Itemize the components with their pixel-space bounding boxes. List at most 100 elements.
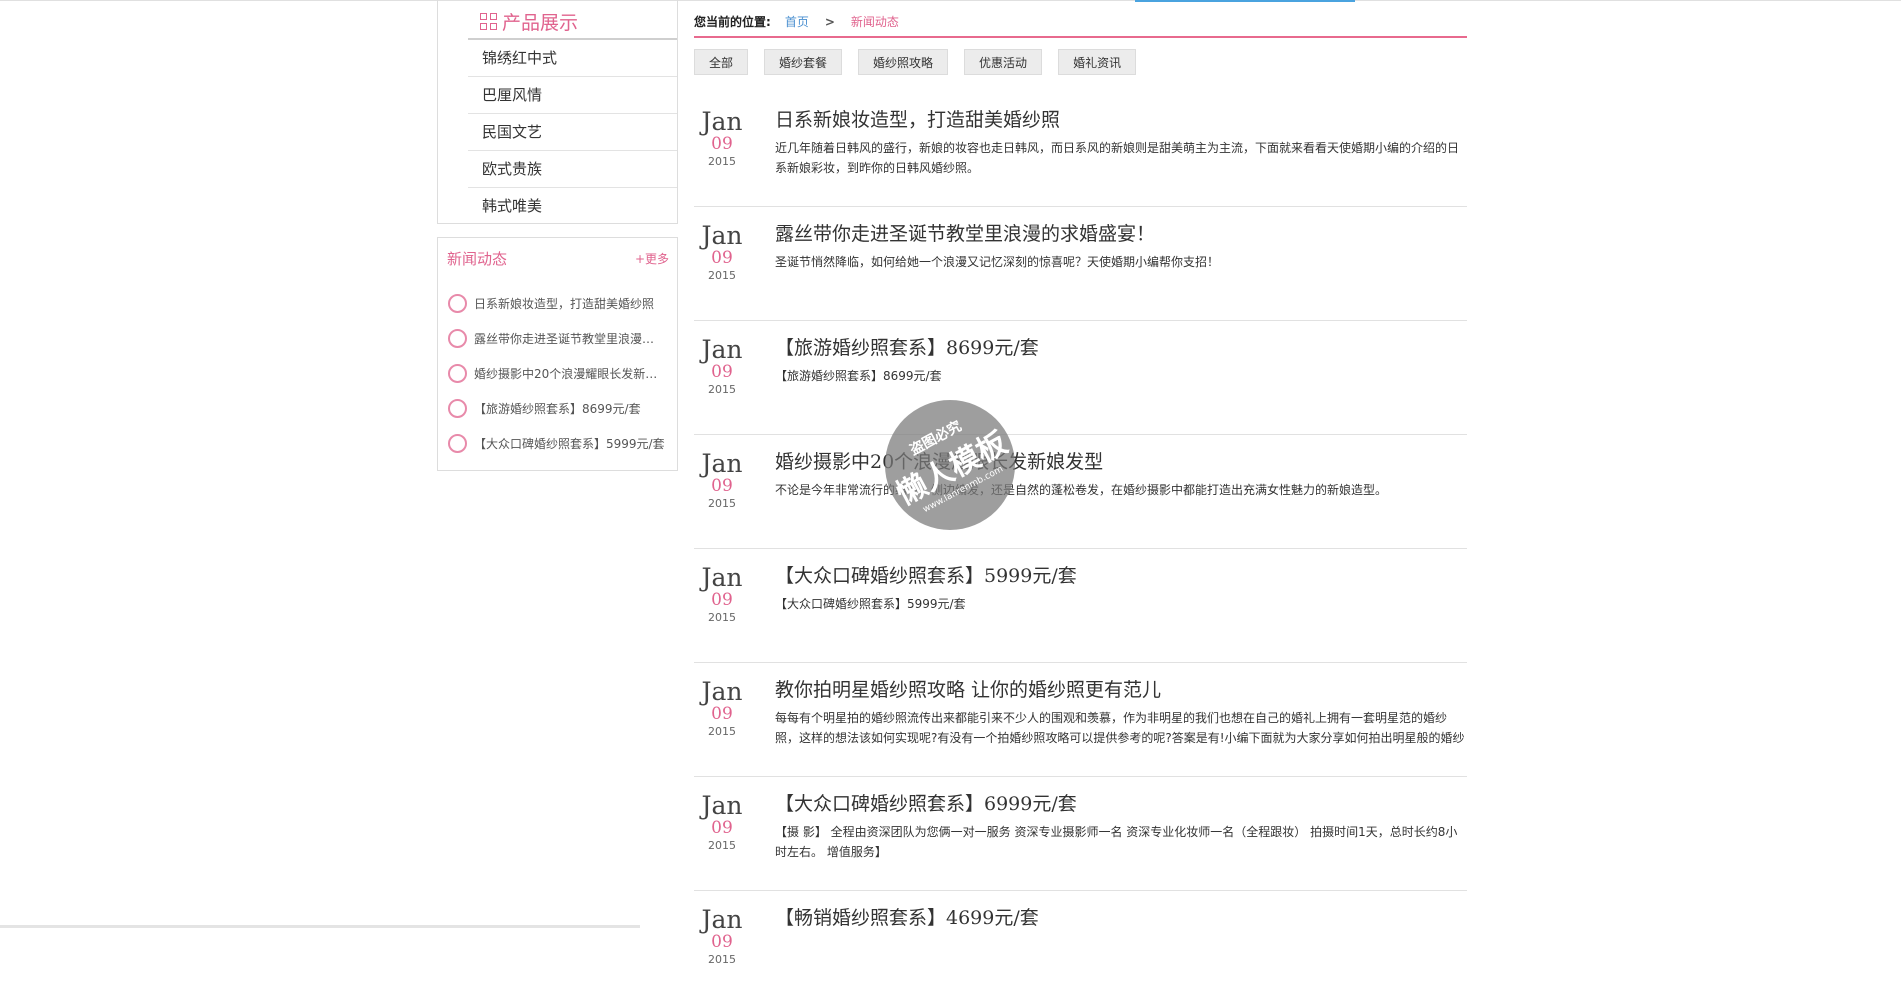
circle-bullet-icon — [448, 364, 467, 383]
article-summary: 不论是今年非常流行的编发、侧边编发，还是自然的蓬松卷发，在婚纱摄影中都能打造出充… — [775, 483, 1388, 497]
news-sidebar-item[interactable]: 露丝带你走进圣诞节教堂里浪漫的求婚盛宴！ — [448, 321, 670, 356]
date-year: 2015 — [708, 269, 736, 282]
date-month: Jan — [701, 107, 743, 136]
article-title-link[interactable]: 日系新娘妆造型，打造甜美婚纱照 — [775, 105, 1060, 132]
date-day: 09 — [711, 704, 733, 724]
article-summary: 【大众口碑婚纱照套系】5999元/套 — [775, 597, 966, 611]
date-year: 2015 — [708, 839, 736, 852]
breadcrumb-divider — [694, 36, 1467, 38]
product-item-bali[interactable]: 巴厘风情 — [468, 77, 677, 114]
category-tabs: 全部 婚纱套餐 婚纱照攻略 优惠活动 婚礼资讯 — [694, 49, 1152, 75]
article-summary: 【旅游婚纱照套系】8699元/套 — [775, 369, 942, 383]
article-date: Jan 09 2015 — [694, 906, 750, 967]
article-item: Jan 09 2015 教你拍明星婚纱照攻略 让你的婚纱照更有范儿 每每有个明星… — [694, 663, 1467, 777]
news-sidebar-item-text: 露丝带你走进圣诞节教堂里浪漫的求婚盛宴！ — [474, 332, 666, 346]
product-item-jinxiu[interactable]: 锦绣红中式 — [468, 40, 677, 77]
date-month: Jan — [701, 791, 743, 820]
date-day: 09 — [711, 134, 733, 154]
tab-photo-guide[interactable]: 婚纱照攻略 — [858, 49, 949, 75]
article-title-link[interactable]: 【旅游婚纱照套系】8699元/套 — [775, 333, 1039, 360]
date-month: Jan — [701, 563, 743, 592]
article-item: Jan 09 2015 【大众口碑婚纱照套系】6999元/套 【摄 影】 全程由… — [694, 777, 1467, 891]
date-month: Jan — [701, 449, 743, 478]
article-date: Jan 09 2015 — [694, 336, 750, 397]
news-sidebar-item[interactable]: 日系新娘妆造型，打造甜美婚纱照 — [448, 286, 670, 321]
circle-bullet-icon — [448, 399, 467, 418]
date-year: 2015 — [708, 611, 736, 624]
article-title-link[interactable]: 露丝带你走进圣诞节教堂里浪漫的求婚盛宴！ — [775, 219, 1155, 246]
product-item-korean[interactable]: 韩式唯美 — [468, 188, 677, 224]
date-day: 09 — [711, 818, 733, 838]
date-year: 2015 — [708, 383, 736, 396]
date-month: Jan — [701, 335, 743, 364]
news-sidebar-item[interactable]: 【旅游婚纱照套系】8699元/套 — [448, 391, 670, 426]
date-month: Jan — [701, 677, 743, 706]
article-item: Jan 09 2015 【畅销婚纱照套系】4699元/套 — [694, 891, 1467, 1004]
breadcrumb-label: 您当前的位置: — [694, 15, 771, 29]
watermark-stamp: 盗图必究 懒人模板 www.lanrenmb.com — [885, 400, 1015, 530]
product-section-title: 产品展示 — [480, 8, 578, 35]
date-day: 09 — [711, 590, 733, 610]
date-month: Jan — [701, 905, 743, 934]
article-item: Jan 09 2015 【大众口碑婚纱照套系】5999元/套 【大众口碑婚纱照套… — [694, 549, 1467, 663]
tab-promotions[interactable]: 优惠活动 — [964, 49, 1043, 75]
article-title-link[interactable]: 【畅销婚纱照套系】4699元/套 — [775, 903, 1039, 930]
article-item: Jan 09 2015 【旅游婚纱照套系】8699元/套 【旅游婚纱照套系】86… — [694, 321, 1467, 435]
article-date: Jan 09 2015 — [694, 108, 750, 169]
news-more-link[interactable]: +更多 — [635, 250, 669, 267]
article-list: Jan 09 2015 日系新娘妆造型，打造甜美婚纱照 近几年随着日韩风的盛行，… — [694, 93, 1467, 1004]
news-sidebar-title: 新闻动态 — [447, 250, 508, 268]
news-sidebar-item-text: 婚纱摄影中20个浪漫耀眼长发新娘发型 — [474, 367, 666, 381]
tab-wedding-news[interactable]: 婚礼资讯 — [1058, 49, 1137, 75]
date-day: 09 — [711, 248, 733, 268]
news-sidebar-item[interactable]: 婚纱摄影中20个浪漫耀眼长发新娘发型 — [448, 356, 670, 391]
horizontal-scrollbar[interactable] — [0, 925, 640, 928]
article-date: Jan 09 2015 — [694, 450, 750, 511]
circle-bullet-icon — [448, 294, 467, 313]
news-sidebar-item-text: 【大众口碑婚纱照套系】5999元/套 — [474, 437, 665, 451]
product-category-list: 锦绣红中式 巴厘风情 民国文艺 欧式贵族 韩式唯美 — [468, 40, 677, 224]
date-month: Jan — [701, 221, 743, 250]
breadcrumb: 您当前的位置: 首页 > 新闻动态 — [694, 13, 899, 30]
date-year: 2015 — [708, 155, 736, 168]
news-sidebar-item[interactable]: 【大众口碑婚纱照套系】5999元/套 — [448, 426, 670, 461]
news-sidebar-list: 日系新娘妆造型，打造甜美婚纱照 露丝带你走进圣诞节教堂里浪漫的求婚盛宴！ 婚纱摄… — [448, 286, 670, 461]
news-sidebar-item-text: 【旅游婚纱照套系】8699元/套 — [474, 402, 641, 416]
news-sidebar-item-text: 日系新娘妆造型，打造甜美婚纱照 — [474, 297, 655, 311]
article-date: Jan 09 2015 — [694, 678, 750, 739]
article-title-link[interactable]: 教你拍明星婚纱照攻略 让你的婚纱照更有范儿 — [775, 675, 1161, 702]
product-item-european[interactable]: 欧式贵族 — [468, 151, 677, 188]
top-border — [0, 0, 1901, 1]
article-summary: 近几年随着日韩风的盛行，新娘的妆容也走日韩风，而日系风的新娘则是甜美萌主为主流，… — [775, 141, 1460, 175]
article-summary: 【摄 影】 全程由资深团队为您俩一对一服务 资深专业摄影师一名 资深专业化妆师一… — [775, 825, 1458, 859]
article-title-link[interactable]: 【大众口碑婚纱照套系】6999元/套 — [775, 789, 1077, 816]
article-item: Jan 09 2015 露丝带你走进圣诞节教堂里浪漫的求婚盛宴！ 圣诞节悄然降临… — [694, 207, 1467, 321]
breadcrumb-current[interactable]: 新闻动态 — [851, 13, 899, 30]
breadcrumb-home-link[interactable]: 首页 — [785, 13, 809, 30]
article-title-link[interactable]: 【大众口碑婚纱照套系】5999元/套 — [775, 561, 1077, 588]
article-summary: 圣诞节悄然降临，如何给她一个浪漫又记忆深刻的惊喜呢？天使婚期小编帮你支招！ — [775, 255, 1220, 269]
news-sidebar-box: 新闻动态 +更多 日系新娘妆造型，打造甜美婚纱照 露丝带你走进圣诞节教堂里浪漫的… — [437, 237, 678, 471]
article-item: Jan 09 2015 日系新娘妆造型，打造甜美婚纱照 近几年随着日韩风的盛行，… — [694, 93, 1467, 207]
article-item: Jan 09 2015 婚纱摄影中20个浪漫耀眼长发新娘发型 不论是今年非常流行… — [694, 435, 1467, 549]
product-title-text: 产品展示 — [502, 12, 579, 34]
grid-icon — [480, 12, 498, 31]
product-item-minguo[interactable]: 民国文艺 — [468, 114, 677, 151]
article-date: Jan 09 2015 — [694, 792, 750, 853]
circle-bullet-icon — [448, 434, 467, 453]
circle-bullet-icon — [448, 329, 467, 348]
article-date: Jan 09 2015 — [694, 564, 750, 625]
product-category-box: 产品展示 锦绣红中式 巴厘风情 民国文艺 欧式贵族 韩式唯美 — [437, 0, 678, 224]
date-year: 2015 — [708, 725, 736, 738]
article-summary: 每每有个明星拍的婚纱照流传出来都能引来不少人的围观和羡慕，作为非明星的我们也想在… — [775, 711, 1465, 745]
breadcrumb-separator: > — [824, 14, 835, 29]
date-day: 09 — [711, 362, 733, 382]
date-day: 09 — [711, 932, 733, 952]
top-accent-bar — [1135, 0, 1355, 2]
tab-all[interactable]: 全部 — [694, 49, 749, 75]
tab-wedding-packages[interactable]: 婚纱套餐 — [764, 49, 843, 75]
date-year: 2015 — [708, 953, 736, 966]
date-day: 09 — [711, 476, 733, 496]
date-year: 2015 — [708, 497, 736, 510]
article-date: Jan 09 2015 — [694, 222, 750, 283]
